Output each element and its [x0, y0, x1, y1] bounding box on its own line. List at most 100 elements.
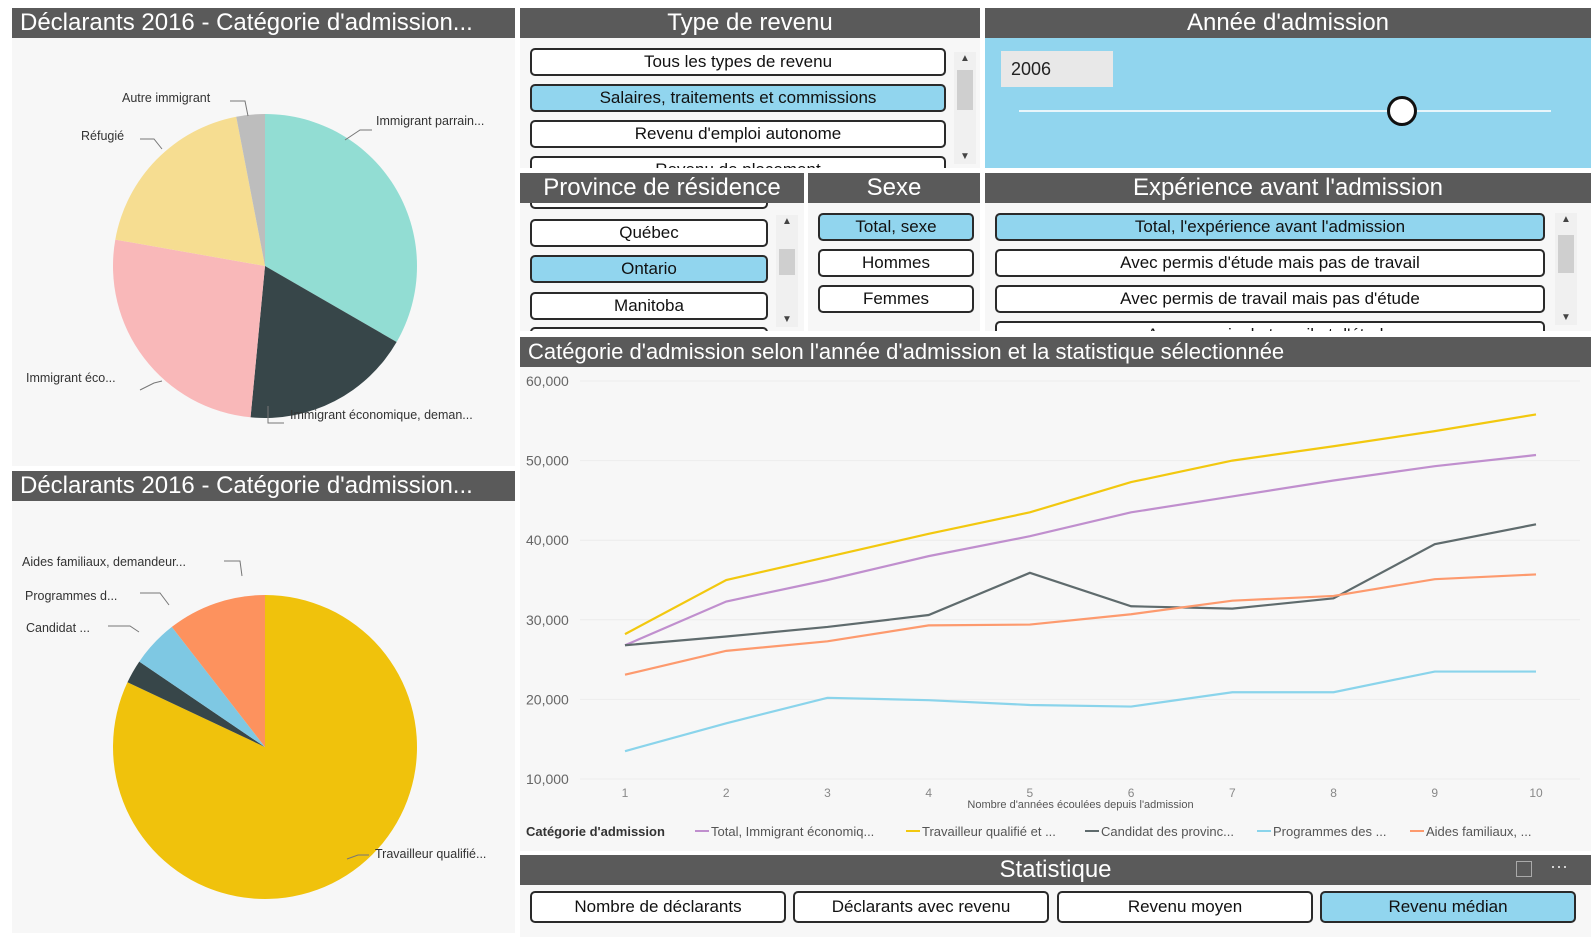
- sexe-total[interactable]: Total, sexe: [818, 213, 974, 241]
- scroll-down-icon[interactable]: ▼: [954, 150, 976, 164]
- pie-bottom-label-candidat: Candidat ...: [26, 621, 90, 635]
- more-options-icon[interactable]: ⋯: [1550, 857, 1568, 877]
- pie-top-label-autre: Autre immigrant: [122, 91, 211, 105]
- statistique-title: Statistique: [520, 855, 1591, 885]
- annee-value-box[interactable]: 2006: [1001, 51, 1113, 87]
- line-series-0[interactable]: [624, 453, 1537, 647]
- type-revenu-list: Tous les types de revenu Salaires, trait…: [520, 38, 980, 168]
- scroll-thumb[interactable]: [957, 70, 973, 110]
- scroll-thumb[interactable]: [1558, 235, 1574, 273]
- scroll-up-icon[interactable]: ▲: [776, 215, 798, 229]
- pie-bottom-title: Déclarants 2016 - Catégorie d'admission.…: [12, 471, 515, 501]
- legend-item[interactable]: Aides familiaux, ...: [1426, 824, 1532, 839]
- x-tick-label: 10: [1529, 786, 1543, 800]
- stat-revenu-moyen[interactable]: Revenu moyen: [1057, 891, 1313, 923]
- scroll-up-icon[interactable]: ▲: [954, 52, 976, 66]
- line-chart[interactable]: 10,000 20,000 30,000 40,000 50,000 60,000 1 2 3 4…: [520, 367, 1591, 851]
- pie-top-label-refugie: Réfugié: [81, 129, 125, 143]
- experience-list: Total, l'expérience avant l'admission Av…: [985, 203, 1591, 331]
- type-revenu-tous[interactable]: Tous les types de revenu: [530, 48, 946, 76]
- x-tick-label: 6: [1128, 786, 1135, 800]
- experience-travail-etude[interactable]: Avec permis de travail et d'étude: [995, 321, 1545, 331]
- scroll-thumb[interactable]: [779, 249, 795, 275]
- pie-bottom-label-travailleur: Travailleur qualifié...: [375, 847, 487, 861]
- pie-leader-line-1: [140, 592, 170, 606]
- province-next-item[interactable]: [530, 327, 768, 331]
- pie-top-label-eco: Immigrant éco...: [26, 371, 116, 385]
- line-series-3[interactable]: [624, 670, 1536, 753]
- type-revenu-salaires[interactable]: Salaires, traitements et commissions: [530, 84, 946, 112]
- annee-slider-handle[interactable]: [1387, 96, 1418, 126]
- province-title: Province de résidence: [520, 173, 804, 203]
- pie-leader-line-3: [139, 380, 163, 391]
- experience-scrollbar[interactable]: ▲ ▼: [1555, 213, 1577, 325]
- type-revenu-autonome[interactable]: Revenu d'emploi autonome: [530, 120, 946, 148]
- pie-slice-2[interactable]: [112, 239, 265, 418]
- y-tick-label: 20,000: [526, 691, 569, 707]
- experience-travail[interactable]: Avec permis de travail mais pas d'étude: [995, 285, 1545, 313]
- experience-title: Expérience avant l'admission: [985, 173, 1591, 203]
- pie-leader-line-1: [140, 138, 163, 150]
- pie-leader-line-0: [230, 100, 249, 117]
- province-manitoba[interactable]: Manitoba: [530, 292, 768, 320]
- pie-leader-line-2: [108, 625, 140, 633]
- pie-leader-line-2: [344, 129, 372, 141]
- line-chart-title: Catégorie d'admission selon l'année d'ad…: [520, 337, 1591, 367]
- y-tick-label: 60,000: [526, 373, 569, 389]
- x-tick-label: 3: [824, 786, 831, 800]
- x-tick-label: 8: [1330, 786, 1337, 800]
- x-tick-label: 9: [1431, 786, 1438, 800]
- legend-item[interactable]: Candidat des provinc...: [1101, 824, 1234, 839]
- province-prev-item[interactable]: [530, 203, 768, 209]
- legend-item[interactable]: Total, Immigrant économiq...: [711, 824, 874, 839]
- experience-total[interactable]: Total, l'expérience avant l'admission: [995, 213, 1545, 241]
- stat-declarants-revenu[interactable]: Déclarants avec revenu: [793, 891, 1049, 923]
- experience-etude[interactable]: Avec permis d'étude mais pas de travail: [995, 249, 1545, 277]
- line-chart-panel: Catégorie d'admission selon l'année d'ad…: [520, 337, 1591, 851]
- province-list: Québec Ontario Manitoba: [520, 203, 804, 331]
- expand-icon[interactable]: [1516, 861, 1532, 877]
- pie-bottom-label-aides: Aides familiaux, demandeur...: [22, 555, 186, 569]
- pie-top-title: Déclarants 2016 - Catégorie d'admission.…: [12, 8, 515, 38]
- pie-panel-top: Déclarants 2016 - Catégorie d'admission.…: [12, 8, 515, 466]
- scroll-down-icon[interactable]: ▼: [1555, 311, 1577, 325]
- annee-slider-track[interactable]: [1019, 110, 1551, 112]
- y-tick-label: 40,000: [526, 532, 569, 548]
- scroll-down-icon[interactable]: ▼: [776, 313, 798, 327]
- y-tick-label: 50,000: [526, 453, 569, 469]
- legend-item[interactable]: Programmes des ...: [1273, 824, 1386, 839]
- pie-bottom-label-programmes: Programmes d...: [25, 589, 118, 603]
- type-revenu-panel: Type de revenu Tous les types de revenu …: [520, 8, 980, 168]
- y-tick-label: 30,000: [526, 612, 569, 628]
- pie-chart-top[interactable]: [12, 38, 515, 466]
- experience-panel: Expérience avant l'admission Total, l'ex…: [985, 173, 1591, 331]
- type-revenu-title: Type de revenu: [520, 8, 980, 38]
- province-scrollbar[interactable]: ▲ ▼: [776, 215, 798, 327]
- annee-title: Année d'admission: [985, 8, 1591, 38]
- sexe-femmes[interactable]: Femmes: [818, 285, 974, 313]
- statistique-panel: Statistique ⋯ Nombre de déclarants Décla…: [520, 855, 1591, 937]
- type-revenu-placement[interactable]: Revenu de placement: [530, 156, 946, 168]
- sexe-panel: Sexe Total, sexe Hommes Femmes: [808, 173, 980, 331]
- province-panel: Province de résidence Québec Ontario Man…: [520, 173, 804, 331]
- province-ontario[interactable]: Ontario: [530, 255, 768, 283]
- legend-item[interactable]: Travailleur qualifié et ...: [922, 824, 1056, 839]
- pie-top-label-parraine: Immigrant parrain...: [376, 114, 485, 128]
- x-axis-label: Nombre d'années écoulées depuis l'admiss…: [967, 799, 1193, 811]
- x-tick-label: 5: [1027, 786, 1034, 800]
- pie-leader-line-0: [224, 560, 243, 577]
- pie-panel-bottom: Déclarants 2016 - Catégorie d'admission.…: [12, 471, 515, 933]
- stat-nombre-declarants[interactable]: Nombre de déclarants: [530, 891, 786, 923]
- x-tick-label: 2: [723, 786, 730, 800]
- legend-title: Catégorie d'admission: [526, 824, 665, 839]
- province-quebec[interactable]: Québec: [530, 219, 768, 247]
- scroll-up-icon[interactable]: ▲: [1555, 213, 1577, 227]
- x-tick-label: 4: [925, 786, 932, 800]
- x-tick-label: 1: [622, 786, 629, 800]
- type-revenu-scrollbar[interactable]: ▲ ▼: [954, 52, 976, 164]
- sexe-title: Sexe: [808, 173, 980, 203]
- x-tick-label: 7: [1229, 786, 1236, 800]
- y-tick-label: 10,000: [526, 771, 569, 787]
- sexe-hommes[interactable]: Hommes: [818, 249, 974, 277]
- stat-revenu-median[interactable]: Revenu médian: [1320, 891, 1576, 923]
